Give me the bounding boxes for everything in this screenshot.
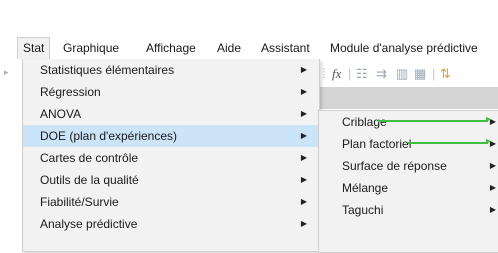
toolbar-grip-icon: ⁞ xyxy=(322,66,326,81)
annotation-arrowhead-plan-factoriel: ▸ xyxy=(486,136,492,147)
worksheet-header-band xyxy=(318,87,498,109)
submenu-arrow-icon: ▶ xyxy=(300,175,307,184)
bar-chart-icon[interactable]: ▥ xyxy=(396,66,408,82)
menu-item-label: Statistiques élémentaires xyxy=(40,63,175,77)
submenu-arrow-icon: ▶ xyxy=(300,219,307,228)
submenu-arrow-icon: ▶ xyxy=(300,153,307,162)
menu-item-label: Plan factoriel xyxy=(342,137,412,151)
menu-item-label: Surface de réponse xyxy=(342,159,447,173)
stat-menu-item[interactable]: ANOVA ▶ xyxy=(23,103,319,125)
row-insert-icon[interactable]: ☷ xyxy=(356,66,368,82)
sort-icon[interactable]: ⇅ xyxy=(440,66,451,82)
submenu-arrow-icon: ▶ xyxy=(300,109,307,118)
doe-menu-item[interactable]: Criblage ▶ xyxy=(319,111,498,133)
stat-menu-item[interactable]: Statistiques élémentaires ▶ xyxy=(23,59,319,81)
menu-item-label: Régression xyxy=(40,85,101,99)
doe-menu-item[interactable]: Taguchi ▶ xyxy=(319,199,498,221)
layout-icon[interactable]: ▦ xyxy=(414,66,426,82)
stat-menu-item[interactable]: Analyse prédictive ▶ xyxy=(23,213,319,235)
column-insert-icon[interactable]: ⇉ xyxy=(376,66,387,82)
menu-bar: Stat Graphique Affichage Aide Assistant Modul… xyxy=(0,37,498,59)
annotation-arrowhead-criblage: ▸ xyxy=(486,114,492,125)
doe-submenu: Criblage ▶ Plan factoriel ▶ Surface de répon… xyxy=(318,110,498,253)
stat-dropdown-menu: Statistiques élémentaires ▶ Régression ▶ ANO… xyxy=(22,59,320,252)
menu-item-label: Fiabilité/Survie xyxy=(40,195,119,209)
submenu-arrow-icon: ▶ xyxy=(300,87,307,96)
submenu-arrow-icon: ▶ xyxy=(489,161,496,170)
menu-item-label: Outils de la qualité xyxy=(40,173,139,187)
submenu-arrow-icon: ▶ xyxy=(300,65,307,74)
doe-menu-item[interactable]: Mélange ▶ xyxy=(319,177,498,199)
collapsed-panel-arrow-icon[interactable]: ▸ xyxy=(4,67,9,78)
menu-module-d-analyse-pr-dictive[interactable]: Module d'analyse prédictive xyxy=(325,37,483,59)
toolbar-separator-2: | xyxy=(432,66,436,81)
menu-item-label: Criblage xyxy=(342,115,387,129)
submenu-arrow-icon: ▶ xyxy=(489,183,496,192)
toolbar-separator: | xyxy=(348,66,352,81)
stat-menu-item[interactable]: Fiabilité/Survie ▶ xyxy=(23,191,319,213)
menu-item-label: Mélange xyxy=(342,181,389,195)
menu-graphique[interactable]: Graphique xyxy=(58,37,124,59)
function-icon[interactable]: fx xyxy=(332,66,341,82)
submenu-arrow-icon: ▶ xyxy=(300,131,307,140)
menu-item-label: DOE (plan d'expériences) xyxy=(40,129,178,143)
stat-menu-item[interactable]: Régression ▶ xyxy=(23,81,319,103)
menu-item-label: Analyse prédictive xyxy=(40,217,138,231)
annotation-arrow-plan-factoriel xyxy=(408,142,488,144)
menu-item-label: ANOVA xyxy=(40,107,82,121)
menu-stat[interactable]: Stat xyxy=(17,37,51,59)
stat-menu-item[interactable]: Outils de la qualité ▶ xyxy=(23,169,319,191)
submenu-arrow-icon: ▶ xyxy=(300,197,307,206)
stat-menu-item[interactable]: DOE (plan d'expériences) ▶ xyxy=(23,125,319,147)
doe-menu-item[interactable]: Surface de réponse ▶ xyxy=(319,155,498,177)
menu-assistant[interactable]: Assistant xyxy=(256,37,315,59)
annotation-arrow-criblage xyxy=(378,120,488,122)
doe-menu-item[interactable]: Plan factoriel ▶ xyxy=(319,133,498,155)
menu-item-label: Taguchi xyxy=(342,203,384,217)
stat-menu-item[interactable]: Cartes de contrôle ▶ xyxy=(23,147,319,169)
menu-affichage[interactable]: Affichage xyxy=(141,37,201,59)
menu-aide[interactable]: Aide xyxy=(212,37,246,59)
submenu-arrow-icon: ▶ xyxy=(489,205,496,214)
menu-item-label: Cartes de contrôle xyxy=(40,151,139,165)
